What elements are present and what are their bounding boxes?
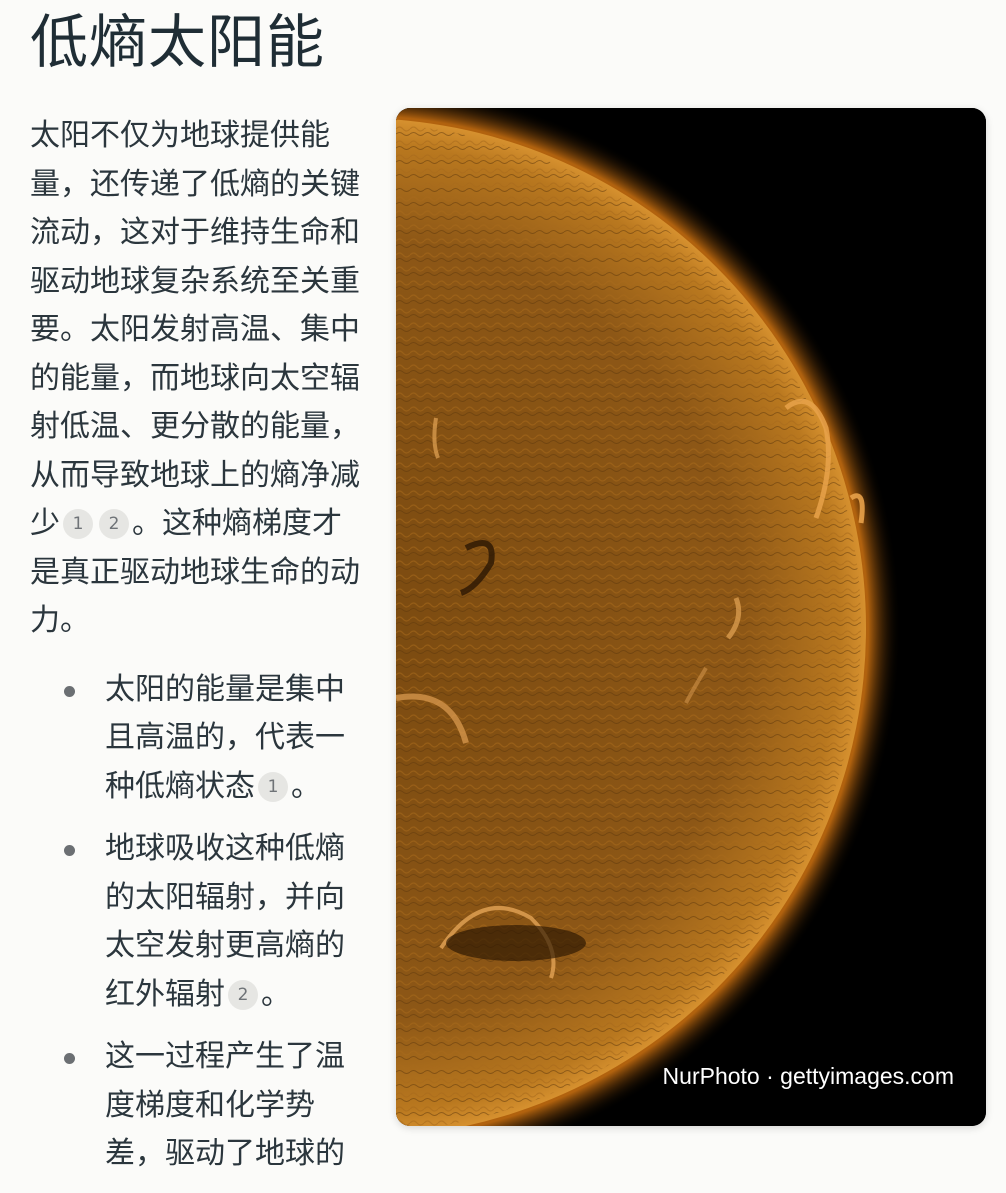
article-body: 太阳不仅为地球提供能量，还传递了低熵的关键流动，这对于维持生命和驱动地球复杂系统… — [30, 112, 365, 1193]
intro-paragraph: 太阳不仅为地球提供能量，还传递了低熵的关键流动，这对于维持生命和驱动地球复杂系统… — [30, 112, 365, 646]
bullet-dot — [64, 845, 75, 856]
sun-illustration — [396, 108, 986, 1126]
citation-badge[interactable]: 2 — [99, 509, 129, 539]
list-item: 太阳的能量是集中且高温的，代表一种低熵状态 1。 — [30, 666, 360, 812]
list-item: 这一过程产生了温度梯度和化学势差，驱动了地球的 — [30, 1033, 360, 1179]
page-title: 低熵太阳能 — [30, 8, 326, 76]
bullet-dot — [64, 1053, 75, 1064]
citation-badge[interactable]: 2 — [228, 979, 258, 1010]
list-item-end: 。 — [291, 768, 321, 804]
sun-image[interactable]: NurPhoto · gettyimages.com — [396, 108, 986, 1126]
photo-credit: NurPhoto · gettyimages.com — [662, 1063, 954, 1089]
citation-badge[interactable]: 1 — [258, 771, 288, 802]
list-item: 地球吸收这种低熵的太阳辐射，并向太空发射更高熵的红外辐射 2。 — [30, 825, 360, 1019]
list-item-end: 。 — [261, 976, 291, 1012]
bullet-dot — [64, 685, 75, 697]
intro-text: 太阳不仅为地球提供能量，还传递了低熵的关键流动，这对于维持生命和驱动地球复杂系统… — [30, 118, 360, 541]
citation-badge[interactable]: 1 — [63, 509, 93, 539]
list-item-text: 这一过程产生了温度梯度和化学势差，驱动了地球的 — [105, 1039, 345, 1171]
list-item-text: 地球吸收这种低熵的太阳辐射，并向太空发射更高熵的红外辐射 — [105, 831, 345, 1012]
bullet-list: 太阳的能量是集中且高温的，代表一种低熵状态 1。 地球吸收这种低熵的太阳辐射，并向… — [30, 666, 365, 1179]
